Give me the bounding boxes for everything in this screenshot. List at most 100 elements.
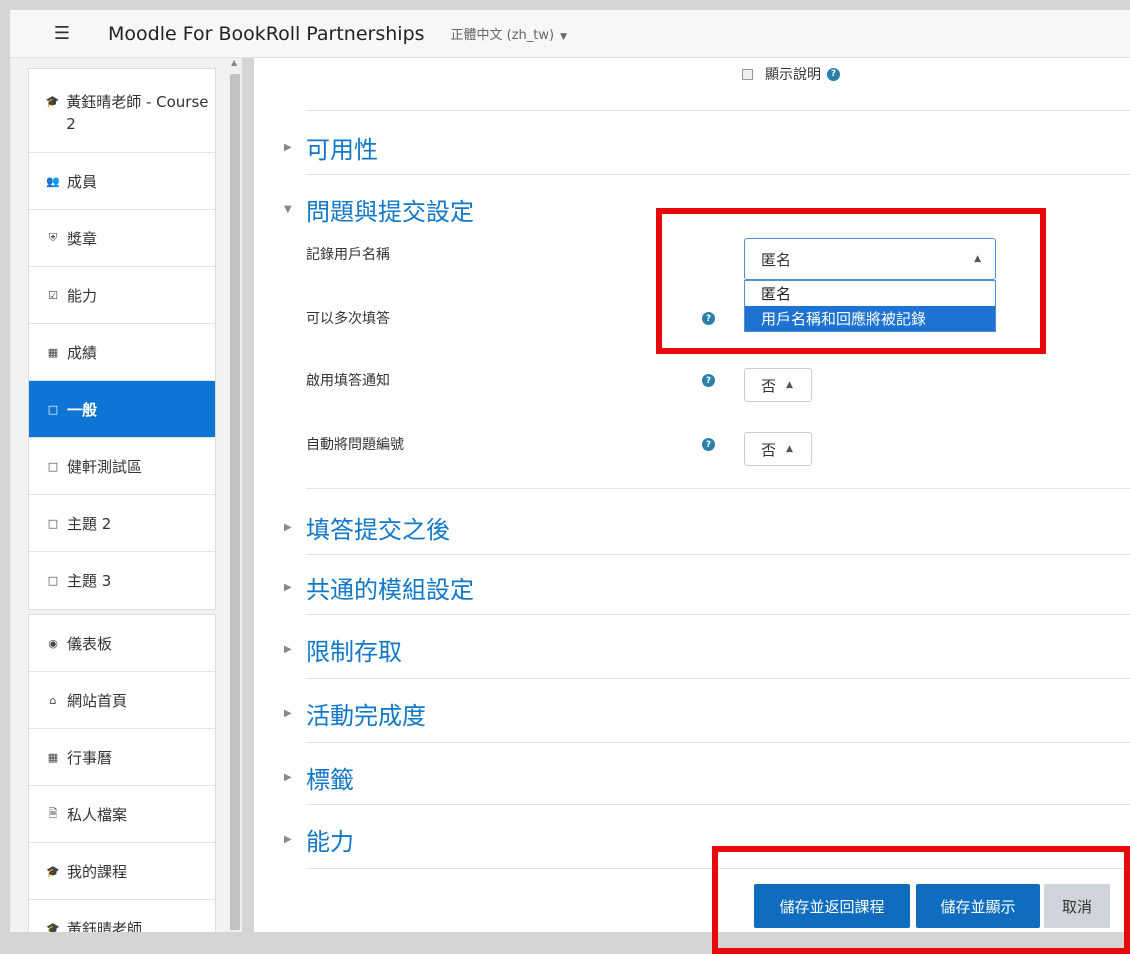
chevron-right-icon: ▶ [284,644,292,655]
select-arrows-icon: ▲︎ [786,444,793,454]
sidebar-item-label: 主題 3 [67,572,112,590]
file-icon: 🗎 [48,806,58,820]
cancel-button[interactable]: 取消 [1044,884,1110,928]
notify-select[interactable]: 否 ▲︎ [744,368,812,402]
section-competencies[interactable]: ▶ 能力 [284,822,354,857]
folder-icon: □ [47,459,59,473]
chevron-down-icon: ▼ [284,204,292,215]
chevron-right-icon: ▶ [284,834,292,845]
sidebar-item-participants[interactable]: 👥 成員 [29,153,215,210]
sidebar-item-label: 成員 [67,172,98,191]
sidebar-item-grades[interactable]: ▦ 成績 [29,324,215,381]
folder-icon: □ [47,402,59,416]
sidebar-item-label: 健軒測試區 [67,457,143,476]
table-icon: ▦ [47,345,59,359]
sidebar-item-calendar[interactable]: ▦ 行事曆 [29,729,215,786]
section-title: 可用性 [306,136,378,164]
dropdown-option-anonymous[interactable]: 匿名 [745,281,995,306]
sidebar-item-course-link[interactable]: 🎓 黃鈺晴老師 [29,900,215,932]
sidebar-item-label: 我的課程 [67,862,128,881]
help-icon[interactable]: ? [827,67,840,81]
dashboard-icon: ◉ [48,636,58,650]
show-help-toggle[interactable]: 顯示說明 ? [742,64,840,84]
section-title: 問題與提交設定 [306,198,474,226]
multiple-label: 可以多次填答 [306,311,390,327]
sidebar-item-test-area[interactable]: □ 健軒測試區 [29,438,215,495]
record-names-value: 匿名 [761,250,792,269]
sidebar-item-competencies[interactable]: ☑ 能力 [29,267,215,324]
section-tags[interactable]: ▶ 標籤 [284,760,354,795]
folder-icon: □ [47,516,59,530]
site-name[interactable]: Moodle For BookRoll Partnerships [108,23,425,45]
top-navbar: ☰ Moodle For BookRoll Partnerships 正體中文 … [10,10,1130,58]
sidebar-item-dashboard[interactable]: ◉ 儀表板 [29,615,215,672]
hamburger-icon[interactable]: ☰ [44,16,80,52]
graduation-cap-icon: 🎓 [45,95,60,108]
section-title: 能力 [306,828,354,856]
dropdown-option-record[interactable]: 用戶名稱和回應將被記錄 [745,306,995,331]
chevron-right-icon: ▶ [284,772,292,783]
section-completion[interactable]: ▶ 活動完成度 [284,696,426,731]
sidebar-item-label: 儀表板 [67,634,113,653]
section-after-submit[interactable]: ▶ 填答提交之後 [284,510,450,545]
caret-down-icon: ▼ [560,32,568,42]
divider [306,614,1130,615]
sidebar-item-label: 一般 [67,400,98,419]
checkbox-icon: ☑ [48,288,58,302]
save-return-button[interactable]: 儲存並返回課程 [754,884,910,928]
shield-icon: ⛨ [48,231,58,244]
divider [306,742,1130,743]
divider [306,174,1130,175]
sidebar-item-topic-3[interactable]: □ 主題 3 [29,552,215,609]
section-title: 填答提交之後 [306,516,450,544]
select-arrows-icon: ▲︎ [974,254,981,264]
sidebar-item-site-home[interactable]: ⌂ 網站首頁 [29,672,215,729]
section-availability[interactable]: ▶ 可用性 [284,130,378,165]
sidebar-item-topic-2[interactable]: □ 主題 2 [29,495,215,552]
calendar-icon: ▦ [47,750,59,764]
chevron-right-icon: ▶ [284,582,292,593]
site-nav: ◉ 儀表板 ⌂ 網站首頁 ▦ 行事曆 🗎 私人檔案 🎓 我的課程 🎓 黃鈺晴老師 [28,614,216,932]
scroll-up-icon[interactable]: ▲ [231,58,237,67]
help-icon[interactable]: ? [702,312,715,325]
section-title: 標籤 [306,766,354,794]
section-questions[interactable]: ▼ 問題與提交設定 [284,192,474,227]
divider [306,554,1130,555]
save-display-button[interactable]: 儲存並顯示 [916,884,1040,928]
sidebar-item-general[interactable]: □ 一般 [29,381,215,438]
divider [306,110,1130,111]
users-icon: 👥 [46,174,60,188]
language-menu[interactable]: 正體中文 (zh_tw) ▼ [451,24,568,43]
help-icon[interactable]: ? [702,438,715,451]
sidebar-item-label: 行事曆 [67,748,113,767]
chevron-right-icon: ▶ [284,142,292,153]
sidebar-item-private-files[interactable]: 🗎 私人檔案 [29,786,215,843]
sidebar-item-my-courses[interactable]: 🎓 我的課程 [29,843,215,900]
sidebar-item-label: 黃鈺晴老師 - Course 2 [66,93,209,133]
show-help-checkbox[interactable] [742,68,753,80]
sidebar-item-label: 成績 [67,343,98,362]
section-common-module[interactable]: ▶ 共通的模組設定 [284,570,474,605]
record-names-label: 記錄用戶名稱 [306,247,390,263]
sidebar-item-label: 黃鈺晴老師 [67,920,143,932]
help-icon[interactable]: ? [702,374,715,387]
scrollbar-thumb[interactable] [230,74,240,930]
record-names-select[interactable]: 匿名 ▲︎ [744,238,996,280]
nav-drawer: 🎓 黃鈺晴老師 - Course 2 👥 成員 ⛨ 獎章 ☑ 能力 ▦ 成績 □… [10,58,238,932]
autonumber-value: 否 [761,440,777,459]
autonumber-label: 自動將問題編號 [306,437,404,453]
sidebar-item-label: 能力 [67,286,98,305]
select-arrows-icon: ▲︎ [786,380,793,390]
record-names-dropdown: 匿名 用戶名稱和回應將被記錄 [744,280,996,332]
sidebar-item-label: 網站首頁 [67,691,128,710]
section-restrict[interactable]: ▶ 限制存取 [284,632,402,667]
graduation-cap-icon: 🎓 [46,922,60,932]
sidebar-item-course[interactable]: 🎓 黃鈺晴老師 - Course 2 [29,69,215,153]
sidebar-scrollbar[interactable]: ▲ [228,58,242,932]
divider [306,678,1130,679]
notify-value: 否 [761,376,777,395]
autonumber-select[interactable]: 否 ▲︎ [744,432,812,466]
section-title: 限制存取 [306,638,402,666]
sidebar-item-badges[interactable]: ⛨ 獎章 [29,210,215,267]
main-content: 顯示說明 ? ▶ 可用性 ▼ 問題與提交設定 記錄用戶名稱 匿名 ▲︎ 匿名 用… [254,58,1130,932]
